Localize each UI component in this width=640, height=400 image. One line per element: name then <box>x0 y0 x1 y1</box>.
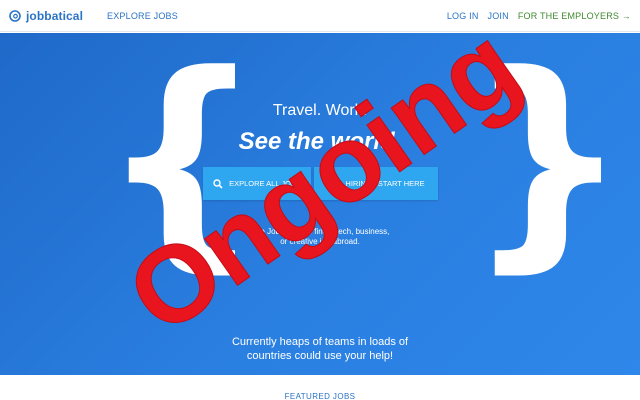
hero-description-line-1: Use Jobbatical to find a tech, business, <box>250 227 390 236</box>
nav-explore-jobs-link[interactable]: EXPLORE JOBS <box>107 11 178 21</box>
nav-right-links: LOG IN JOIN FOR THE EMPLOYERS → <box>438 11 631 21</box>
hero-bottom-text: Currently heaps of teams in loads of cou… <box>0 335 640 363</box>
hero-description-line-2: or creative job abroad. <box>280 237 360 246</box>
hero-tagline: Travel. Work. <box>272 102 368 119</box>
nav-for-employers-link[interactable]: FOR THE EMPLOYERS → <box>518 11 631 21</box>
nav-join-link[interactable]: JOIN <box>488 11 509 21</box>
explore-all-jobs-button[interactable]: EXPLORE ALL JOBS <box>203 167 311 200</box>
hiring-start-here-button[interactable]: HIRING? START HERE <box>314 167 438 200</box>
brand-name: jobbatical <box>26 8 84 23</box>
jobbatical-logo-icon <box>9 9 21 22</box>
hero-section: { } Travel. Work. See the world. EXPLORE… <box>0 33 640 375</box>
nav-login-link[interactable]: LOG IN <box>447 11 479 21</box>
hero-bottom-line-2: countries could use your help! <box>246 350 394 362</box>
right-curly-brace-decoration: } <box>466 33 630 293</box>
hero-headline: See the world. <box>238 128 402 155</box>
search-icon <box>213 178 223 189</box>
hero-description: Use Jobbatical to find a tech, business,… <box>240 227 400 247</box>
top-nav-bar: jobbatical EXPLORE JOBS LOG IN JOIN FOR … <box>0 0 640 32</box>
hiring-start-here-label: HIRING? START HERE <box>345 179 425 188</box>
brand-logo-link[interactable]: jobbatical <box>9 9 83 23</box>
jobbatical-home-page: jobbatical EXPLORE JOBS LOG IN JOIN FOR … <box>0 0 640 400</box>
hero-bottom-line-1: Currently heaps of teams in loads of <box>231 336 409 348</box>
explore-all-jobs-label: EXPLORE ALL JOBS <box>229 179 301 188</box>
team-icon <box>327 179 339 188</box>
featured-jobs-heading: FEATURED JOBS <box>284 392 356 400</box>
